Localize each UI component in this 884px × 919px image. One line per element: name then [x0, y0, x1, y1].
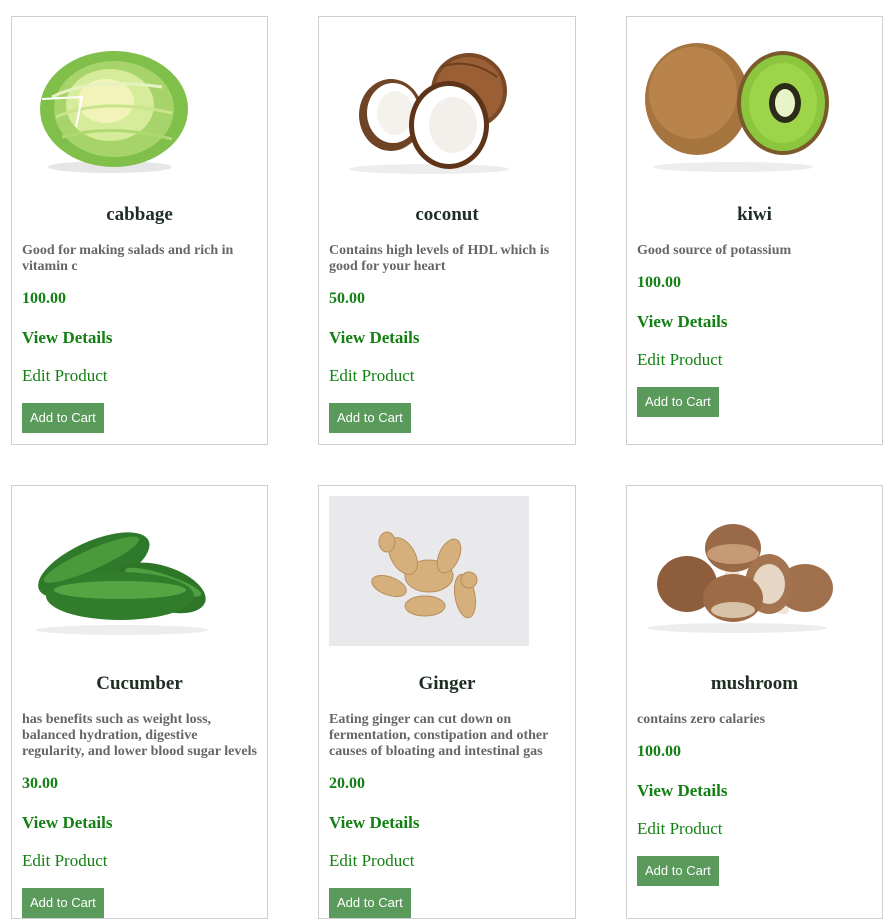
- product-card: Ginger Eating ginger can cut down on fer…: [318, 485, 576, 919]
- edit-product-link[interactable]: Edit Product: [329, 850, 565, 872]
- ginger-image: [329, 496, 529, 646]
- product-description: Eating ginger can cut down on fermentati…: [329, 712, 549, 759]
- product-description: contains zero calaries: [637, 712, 766, 727]
- product-price: 20.00: [329, 775, 365, 792]
- add-to-cart-button[interactable]: Add to Cart: [329, 403, 411, 433]
- edit-product-link[interactable]: Edit Product: [22, 365, 257, 387]
- coconut-image: [329, 27, 529, 177]
- view-details-link[interactable]: View Details: [22, 812, 257, 834]
- view-details-link[interactable]: View Details: [637, 311, 872, 333]
- product-card: mushroom contains zero calaries 100.00 V…: [626, 485, 883, 919]
- product-name: kiwi: [737, 204, 772, 225]
- product-description: Good for making salads and rich in vitam…: [22, 243, 234, 274]
- product-card: kiwi Good source of potassium 100.00 Vie…: [626, 16, 883, 445]
- edit-product-link[interactable]: Edit Product: [329, 365, 565, 387]
- product-description: Good source of potassium: [637, 243, 792, 258]
- product-grid: cabbage Good for making salads and rich …: [0, 0, 884, 919]
- add-to-cart-button[interactable]: Add to Cart: [22, 403, 104, 433]
- product-description: has benefits such as weight loss, balanc…: [22, 712, 257, 759]
- edit-product-link[interactable]: Edit Product: [637, 349, 872, 371]
- cabbage-image: [22, 27, 222, 177]
- cucumber-image: [22, 496, 222, 646]
- view-details-link[interactable]: View Details: [329, 327, 565, 349]
- view-details-link[interactable]: View Details: [22, 327, 257, 349]
- product-price: 50.00: [329, 290, 365, 307]
- product-name: coconut: [415, 204, 479, 225]
- product-name: Ginger: [418, 673, 476, 694]
- add-to-cart-button[interactable]: Add to Cart: [637, 387, 719, 417]
- view-details-link[interactable]: View Details: [329, 812, 565, 834]
- add-to-cart-button[interactable]: Add to Cart: [22, 888, 104, 918]
- product-name: Cucumber: [96, 673, 183, 694]
- product-card: coconut Contains high levels of HDL whic…: [318, 16, 576, 445]
- edit-product-link[interactable]: Edit Product: [22, 850, 257, 872]
- product-price: 100.00: [22, 290, 66, 307]
- product-price: 100.00: [637, 743, 681, 760]
- mushroom-image: [637, 496, 837, 646]
- add-to-cart-button[interactable]: Add to Cart: [329, 888, 411, 918]
- product-price: 100.00: [637, 274, 681, 291]
- product-name: cabbage: [106, 204, 173, 225]
- product-card: Cucumber has benefits such as weight los…: [11, 485, 268, 919]
- view-details-link[interactable]: View Details: [637, 780, 872, 802]
- add-to-cart-button[interactable]: Add to Cart: [637, 856, 719, 886]
- product-name: mushroom: [710, 673, 799, 694]
- edit-product-link[interactable]: Edit Product: [637, 818, 872, 840]
- product-price: 30.00: [22, 775, 58, 792]
- product-card: cabbage Good for making salads and rich …: [11, 16, 268, 445]
- product-description: Contains high levels of HDL which is goo…: [329, 243, 550, 274]
- kiwi-image: [637, 27, 837, 177]
